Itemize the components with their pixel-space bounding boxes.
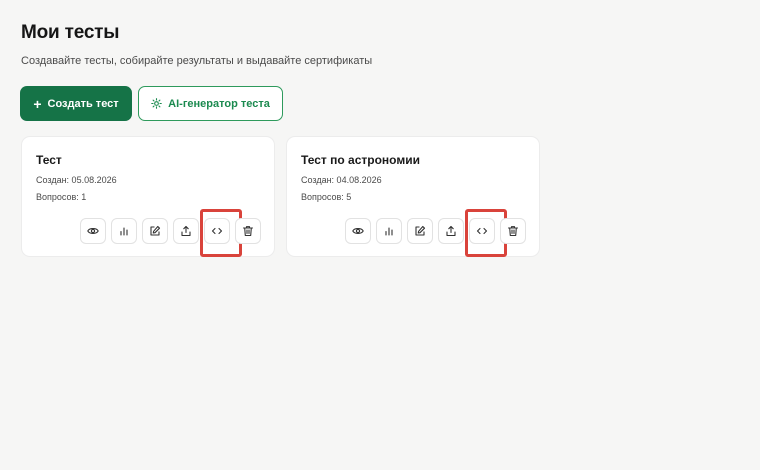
eye-icon — [352, 228, 364, 234]
create-test-button[interactable]: + Создать тест — [20, 86, 132, 121]
embed-code-button[interactable] — [465, 209, 507, 257]
results-button[interactable] — [111, 218, 137, 244]
bar-chart-icon — [120, 227, 128, 236]
delete-button[interactable] — [500, 218, 526, 244]
test-created-date: Создан: 04.08.2026 — [301, 175, 382, 185]
card-actions — [80, 209, 261, 257]
card-actions — [345, 209, 526, 257]
test-question-count: Вопросов: 1 — [36, 192, 87, 202]
bar-chart-icon — [385, 227, 393, 236]
view-button[interactable] — [80, 218, 106, 244]
embed-code-button[interactable] — [200, 209, 242, 257]
edit-icon — [150, 225, 161, 236]
page-title: Мои тесты — [21, 22, 120, 43]
test-title: Тест по астрономии — [301, 153, 420, 167]
code-icon — [476, 227, 488, 235]
page-subtitle: Создавайте тесты, собирайте результаты и… — [21, 55, 373, 67]
test-card: Тест по астрономии Создан: 04.08.2026 Во… — [286, 136, 540, 257]
test-title: Тест — [36, 153, 62, 167]
ai-generator-button[interactable]: AI-генератор теста — [138, 86, 283, 121]
page: Мои тесты Создавайте тесты, собирайте ре… — [0, 0, 760, 470]
trash-icon — [507, 226, 519, 237]
share-icon — [446, 225, 456, 237]
test-question-count: Вопросов: 5 — [301, 192, 352, 202]
results-button[interactable] — [376, 218, 402, 244]
test-card: Тест Создан: 05.08.2026 Вопросов: 1 — [21, 136, 275, 257]
share-button[interactable] — [438, 218, 464, 244]
edit-button[interactable] — [407, 218, 433, 244]
test-created-date: Создан: 05.08.2026 — [36, 175, 117, 185]
plus-icon: + — [33, 95, 42, 112]
code-icon — [211, 227, 223, 235]
delete-button[interactable] — [235, 218, 261, 244]
trash-icon — [242, 226, 254, 237]
edit-icon — [415, 225, 426, 236]
edit-button[interactable] — [142, 218, 168, 244]
sun-sparkle-icon — [151, 98, 162, 109]
ai-generator-label: AI-генератор теста — [168, 97, 270, 110]
create-test-label: Создать тест — [47, 97, 119, 110]
share-button[interactable] — [173, 218, 199, 244]
view-button[interactable] — [345, 218, 371, 244]
eye-icon — [87, 228, 99, 234]
share-icon — [181, 225, 191, 237]
